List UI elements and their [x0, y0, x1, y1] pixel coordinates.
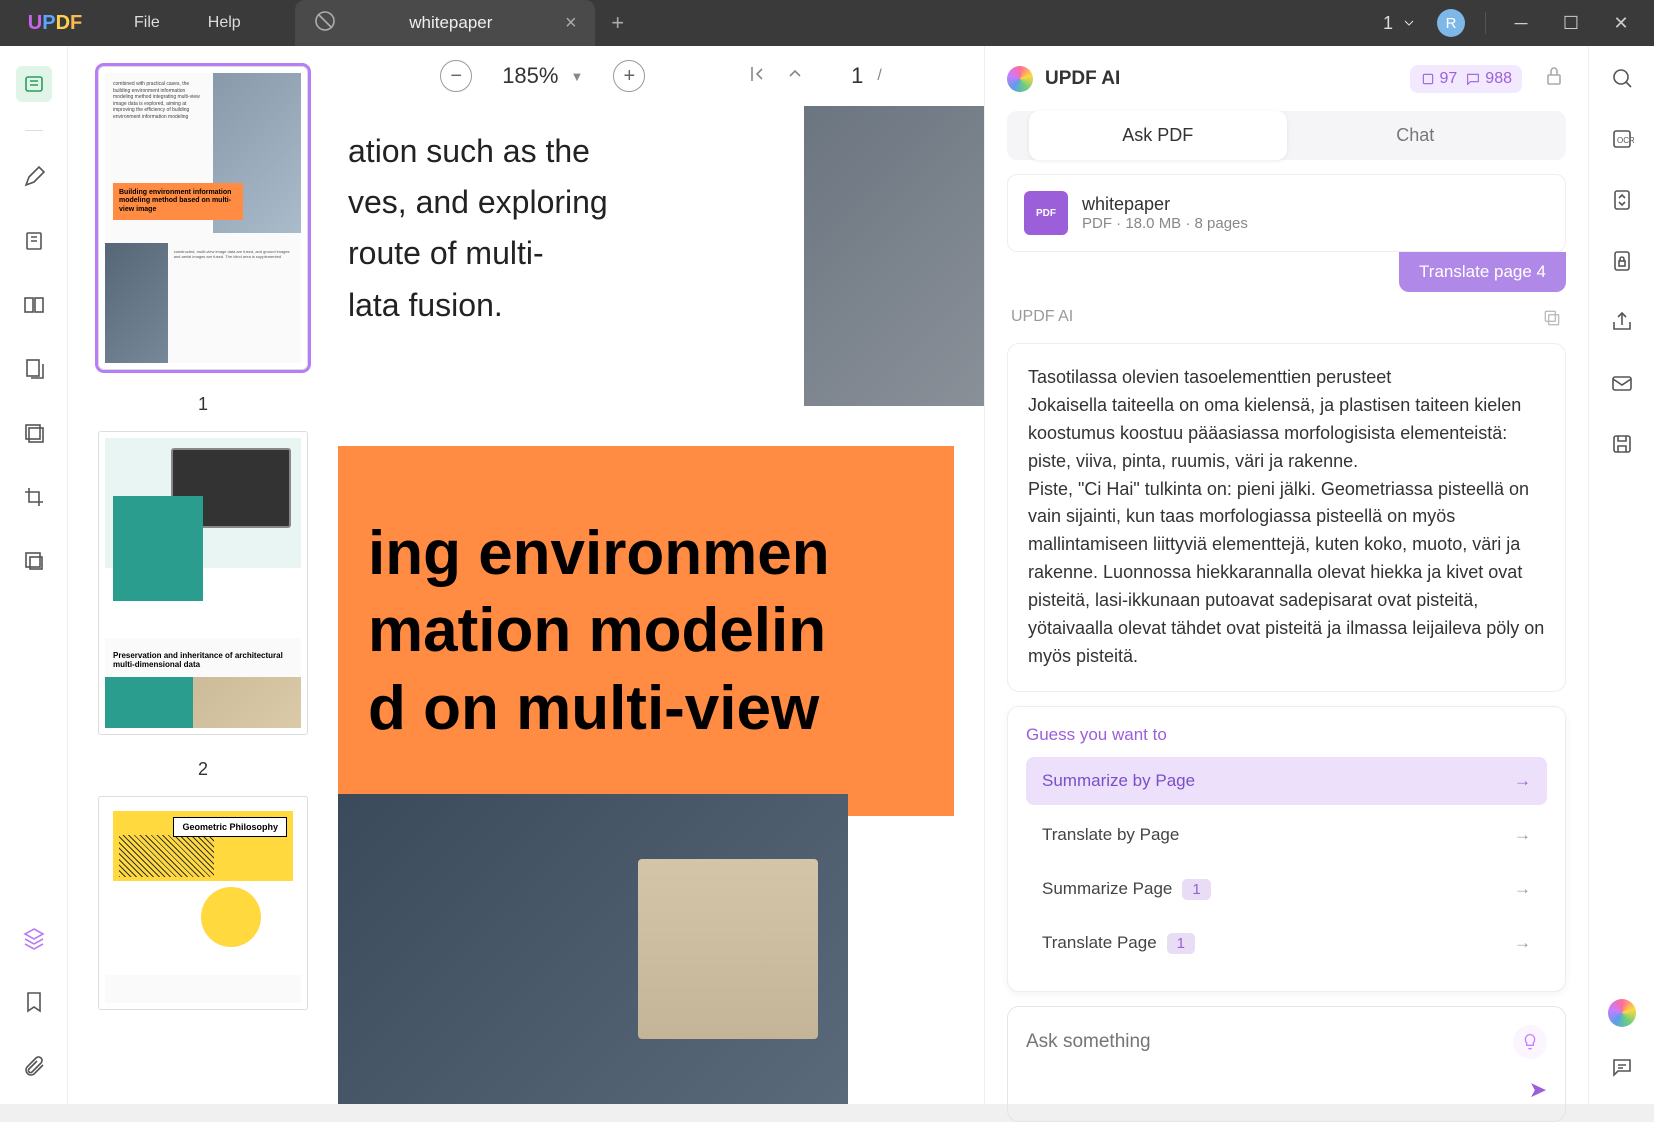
- viewer-toolbar: − 185%▼ + /: [338, 46, 984, 106]
- search-icon[interactable]: [1610, 66, 1634, 95]
- app-logo: UPDF: [0, 12, 110, 35]
- ask-input[interactable]: [1026, 1031, 1499, 1053]
- tab-doc-icon: [313, 9, 337, 38]
- titlebar: UPDF File Help whitepaper × + 1 R ─ ☐ ✕: [0, 0, 1654, 46]
- thumbnail-2[interactable]: Preservation and inheritance of architec…: [98, 431, 308, 735]
- page-input[interactable]: [821, 63, 863, 89]
- right-toolbar: OCR: [1588, 46, 1654, 1104]
- ai-panel: UPDF AI 97 988 Ask PDF Chat PDF whitepap…: [984, 46, 1588, 1104]
- share-icon[interactable]: [1610, 310, 1634, 339]
- tab-title: whitepaper: [347, 13, 555, 33]
- close-button[interactable]: ✕: [1606, 13, 1636, 34]
- ai-source-label: UPDF AI: [1011, 308, 1073, 333]
- ai-logo-icon: [1007, 66, 1033, 92]
- thumb1-banner: Building environment information modelin…: [113, 183, 243, 220]
- document-tab[interactable]: whitepaper ×: [295, 0, 595, 46]
- tools-tool[interactable]: [16, 415, 52, 451]
- thumb2-number: 2: [198, 759, 208, 780]
- zoom-level[interactable]: 185%▼: [502, 63, 583, 89]
- document-viewer: − 185%▼ + / ation such as theves, and ex…: [338, 46, 984, 1104]
- bookmark-icon[interactable]: [16, 984, 52, 1020]
- suggest-translate-by-page[interactable]: Translate by Page→: [1026, 811, 1547, 859]
- email-icon[interactable]: [1610, 371, 1634, 400]
- translate-page-button[interactable]: Translate page 4: [1399, 252, 1566, 292]
- menu-help[interactable]: Help: [184, 0, 265, 46]
- redact-tool[interactable]: [16, 543, 52, 579]
- ai-input-box: ➤: [1007, 1006, 1566, 1122]
- file-name: whitepaper: [1082, 194, 1549, 215]
- page-sep: /: [877, 67, 881, 85]
- ocr-icon[interactable]: OCR: [1610, 127, 1634, 156]
- ai-title: UPDF AI: [1045, 68, 1398, 90]
- ai-credits[interactable]: 97 988: [1410, 65, 1523, 93]
- crop-tool[interactable]: [16, 479, 52, 515]
- convert-icon[interactable]: [1610, 188, 1634, 217]
- left-toolbar: [0, 46, 68, 1104]
- window-counter[interactable]: 1: [1383, 13, 1417, 34]
- layers-icon[interactable]: [16, 920, 52, 956]
- new-tab-button[interactable]: +: [595, 0, 641, 46]
- prev-page-icon[interactable]: [783, 62, 807, 91]
- page-tool[interactable]: [16, 351, 52, 387]
- reader-tool[interactable]: [16, 66, 52, 102]
- file-meta: PDF · 18.0 MB · 8 pages: [1082, 215, 1549, 232]
- first-page-icon[interactable]: [745, 62, 769, 91]
- minimize-button[interactable]: ─: [1506, 13, 1536, 34]
- menu-file[interactable]: File: [110, 0, 184, 46]
- user-avatar[interactable]: R: [1437, 9, 1465, 37]
- thumbnail-1[interactable]: combined with practical cases, the build…: [98, 66, 308, 370]
- protect-icon[interactable]: [1610, 249, 1634, 278]
- comment-tool[interactable]: [16, 159, 52, 195]
- suggest-translate-page[interactable]: Translate Page1→: [1026, 919, 1547, 967]
- chat-tab[interactable]: Chat: [1287, 111, 1545, 160]
- zoom-out-button[interactable]: −: [440, 60, 472, 92]
- feedback-icon[interactable]: [1610, 1055, 1634, 1084]
- save-icon[interactable]: [1610, 432, 1634, 461]
- suggestions-title: Guess you want to: [1026, 725, 1547, 745]
- edit-tool[interactable]: [16, 223, 52, 259]
- doc-image-1: [804, 106, 984, 406]
- send-button[interactable]: ➤: [1529, 1077, 1547, 1103]
- suggestions-card: Guess you want to Summarize by Page→ Tra…: [1007, 706, 1566, 992]
- svg-text:OCR: OCR: [1617, 136, 1634, 145]
- thumbnail-3[interactable]: Geometric Philosophy: [98, 796, 308, 1010]
- doc-image-2: [338, 794, 848, 1104]
- attachment-icon[interactable]: [16, 1048, 52, 1084]
- suggest-summarize-page[interactable]: Summarize Page1→: [1026, 865, 1547, 913]
- doc-title-banner: ing environmenmation modelind on multi-v…: [338, 446, 954, 816]
- file-card[interactable]: PDF whitepaper PDF · 18.0 MB · 8 pages: [1007, 174, 1566, 252]
- hint-icon[interactable]: [1513, 1025, 1547, 1059]
- ai-float-icon[interactable]: [1608, 999, 1636, 1027]
- doc-paragraph: ation such as theves, and exploring rout…: [338, 126, 718, 331]
- ai-message: Tasotilassa olevien tasoelementtien peru…: [1007, 343, 1566, 692]
- thumb1-number: 1: [198, 394, 208, 415]
- pdf-icon: PDF: [1024, 191, 1068, 235]
- copy-icon[interactable]: [1542, 308, 1562, 333]
- tab-close-icon[interactable]: ×: [565, 12, 577, 35]
- lock-icon[interactable]: [1542, 64, 1566, 93]
- organize-tool[interactable]: [16, 287, 52, 323]
- thumbnail-panel: combined with practical cases, the build…: [68, 46, 338, 1104]
- zoom-in-button[interactable]: +: [613, 60, 645, 92]
- maximize-button[interactable]: ☐: [1556, 13, 1586, 34]
- ask-pdf-tab[interactable]: Ask PDF: [1029, 111, 1287, 160]
- suggest-summarize-by-page[interactable]: Summarize by Page→: [1026, 757, 1547, 805]
